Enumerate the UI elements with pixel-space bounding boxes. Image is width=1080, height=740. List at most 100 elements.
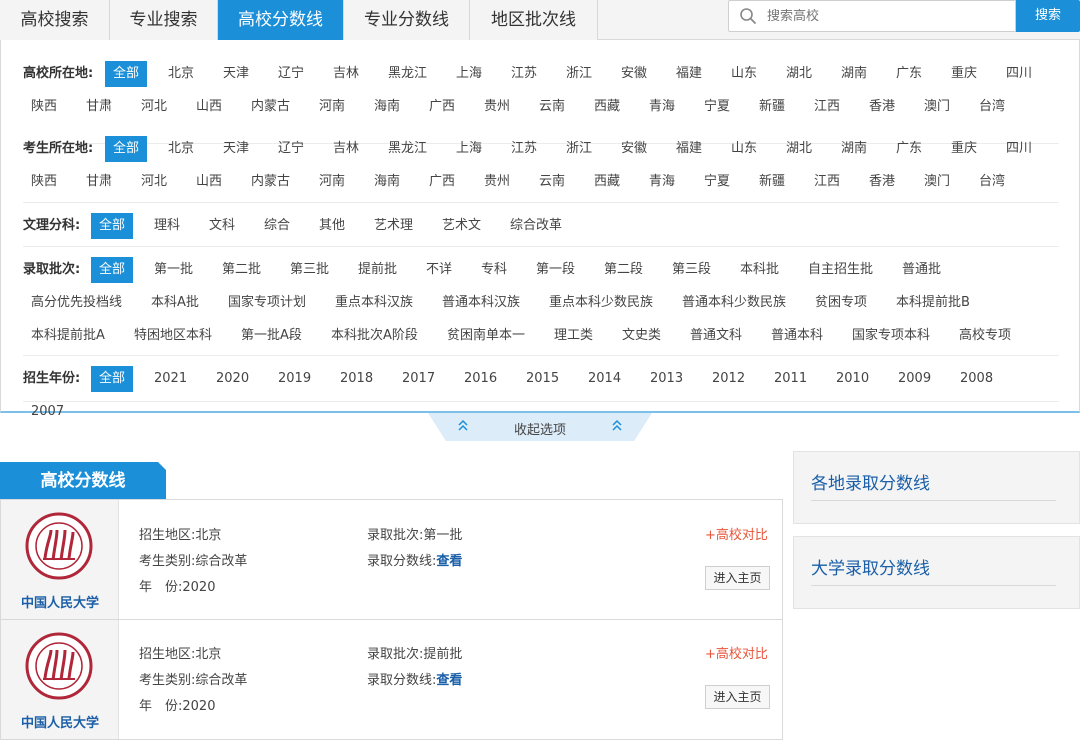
filter-option[interactable]: 第二段 (596, 257, 651, 283)
tab-university-search[interactable]: 高校搜索 (0, 0, 110, 40)
filter-option[interactable]: 国家专项计划 (220, 290, 314, 316)
filter-option[interactable]: 河北 (133, 94, 175, 120)
compare-link[interactable]: +高校对比 (705, 643, 768, 662)
filter-option[interactable]: 理工类 (546, 323, 601, 349)
filter-option[interactable]: 专科 (473, 257, 515, 283)
filter-option[interactable]: 河南 (311, 169, 353, 195)
filter-option[interactable]: 台湾 (971, 94, 1013, 120)
filter-option[interactable]: 普通本科汉族 (434, 290, 528, 316)
filter-option[interactable]: 2011 (766, 366, 815, 392)
filter-option[interactable]: 2020 (208, 366, 257, 392)
homepage-button[interactable]: 进入主页 (705, 566, 770, 590)
filter-option[interactable]: 黑龙江 (380, 136, 435, 162)
filter-option[interactable]: 本科A批 (143, 290, 207, 316)
filter-option[interactable]: 第一批A段 (233, 323, 310, 349)
filter-option[interactable]: 综合 (256, 213, 298, 239)
filter-option[interactable]: 第二批 (214, 257, 269, 283)
filter-option[interactable]: 宁夏 (696, 169, 738, 195)
filter-option[interactable]: 山东 (723, 136, 765, 162)
tab-region-batch-lines[interactable]: 地区批次线 (470, 0, 598, 40)
collapse-options-toggle[interactable]: 收起选项 (428, 413, 652, 441)
tab-major-scores[interactable]: 专业分数线 (344, 0, 470, 40)
filter-option[interactable]: 重庆 (943, 61, 985, 87)
filter-option[interactable]: 自主招生批 (800, 257, 881, 283)
filter-option[interactable]: 第一批 (146, 257, 201, 283)
filter-option[interactable]: 湖北 (778, 61, 820, 87)
filter-option[interactable]: 艺术理 (366, 213, 421, 239)
tab-major-search[interactable]: 专业搜索 (110, 0, 218, 40)
filter-option[interactable]: 江西 (806, 169, 848, 195)
filter-option[interactable]: 普通文科 (682, 323, 750, 349)
filter-option[interactable]: 吉林 (325, 61, 367, 87)
filter-option[interactable]: 山西 (188, 169, 230, 195)
filter-option[interactable]: 2012 (704, 366, 753, 392)
view-score-link[interactable]: 查看 (436, 554, 462, 569)
filter-option[interactable]: 本科批 (732, 257, 787, 283)
filter-option[interactable]: 天津 (215, 136, 257, 162)
filter-option[interactable]: 内蒙古 (243, 94, 298, 120)
filter-option[interactable]: 国家专项本科 (844, 323, 938, 349)
filter-option[interactable]: 文史类 (614, 323, 669, 349)
filter-option[interactable]: 全部 (91, 366, 134, 392)
filter-option[interactable]: 普通本科 (763, 323, 831, 349)
filter-option[interactable]: 甘肃 (78, 169, 120, 195)
filter-option[interactable]: 其他 (311, 213, 353, 239)
filter-option[interactable]: 普通本科少数民族 (674, 290, 794, 316)
filter-option[interactable]: 艺术文 (434, 213, 489, 239)
filter-option[interactable]: 台湾 (971, 169, 1013, 195)
filter-option[interactable]: 第一段 (528, 257, 583, 283)
tab-university-scores[interactable]: 高校分数线 (218, 0, 344, 40)
filter-option[interactable]: 2013 (642, 366, 691, 392)
filter-option[interactable]: 四川 (998, 136, 1040, 162)
filter-option[interactable]: 内蒙古 (243, 169, 298, 195)
filter-option[interactable]: 北京 (160, 136, 202, 162)
filter-option[interactable]: 辽宁 (270, 61, 312, 87)
filter-option[interactable]: 香港 (861, 94, 903, 120)
homepage-button[interactable]: 进入主页 (705, 685, 770, 709)
filter-option[interactable]: 2019 (270, 366, 319, 392)
filter-option[interactable]: 福建 (668, 136, 710, 162)
filter-option[interactable]: 2009 (890, 366, 939, 392)
filter-option[interactable]: 海南 (366, 94, 408, 120)
filter-option[interactable]: 重点本科汉族 (327, 290, 421, 316)
filter-option[interactable]: 广西 (421, 169, 463, 195)
filter-option[interactable]: 2015 (518, 366, 567, 392)
filter-option[interactable]: 全部 (105, 61, 148, 87)
filter-option[interactable]: 2008 (952, 366, 1001, 392)
filter-option[interactable]: 山西 (188, 94, 230, 120)
filter-option[interactable]: 天津 (215, 61, 257, 87)
filter-option[interactable]: 青海 (641, 169, 683, 195)
sidebar-link-regional-scores[interactable]: 各地录取分数线 (811, 469, 930, 494)
filter-option[interactable]: 2017 (394, 366, 443, 392)
filter-option[interactable]: 新疆 (751, 94, 793, 120)
filter-option[interactable]: 广东 (888, 61, 930, 87)
filter-option[interactable]: 第三批 (282, 257, 337, 283)
filter-option[interactable]: 云南 (531, 94, 573, 120)
filter-option[interactable]: 新疆 (751, 169, 793, 195)
filter-option[interactable]: 浙江 (558, 136, 600, 162)
filter-option[interactable]: 澳门 (916, 169, 958, 195)
filter-option[interactable]: 福建 (668, 61, 710, 87)
filter-option[interactable]: 本科提前批A (23, 323, 113, 349)
filter-option[interactable]: 高分优先投档线 (23, 290, 130, 316)
filter-option[interactable]: 2021 (146, 366, 195, 392)
search-button[interactable]: 搜索 (1016, 0, 1080, 32)
filter-option[interactable]: 陕西 (23, 94, 65, 120)
filter-option[interactable]: 本科批次A阶段 (323, 323, 426, 349)
filter-option[interactable]: 综合改革 (502, 213, 570, 239)
filter-option[interactable]: 贫困南单本一 (439, 323, 533, 349)
university-name[interactable]: 中国人民大学 (1, 592, 119, 611)
filter-option[interactable]: 宁夏 (696, 94, 738, 120)
filter-option[interactable]: 安徽 (613, 61, 655, 87)
filter-option[interactable]: 2010 (828, 366, 877, 392)
filter-option[interactable]: 2016 (456, 366, 505, 392)
filter-option[interactable]: 香港 (861, 169, 903, 195)
filter-option[interactable]: 江西 (806, 94, 848, 120)
filter-option[interactable]: 理科 (146, 213, 188, 239)
filter-option[interactable]: 2018 (332, 366, 381, 392)
filter-option[interactable]: 陕西 (23, 169, 65, 195)
filter-option[interactable]: 全部 (105, 136, 148, 162)
filter-option[interactable]: 重庆 (943, 136, 985, 162)
filter-option[interactable]: 普通批 (894, 257, 949, 283)
filter-option[interactable]: 上海 (448, 136, 490, 162)
